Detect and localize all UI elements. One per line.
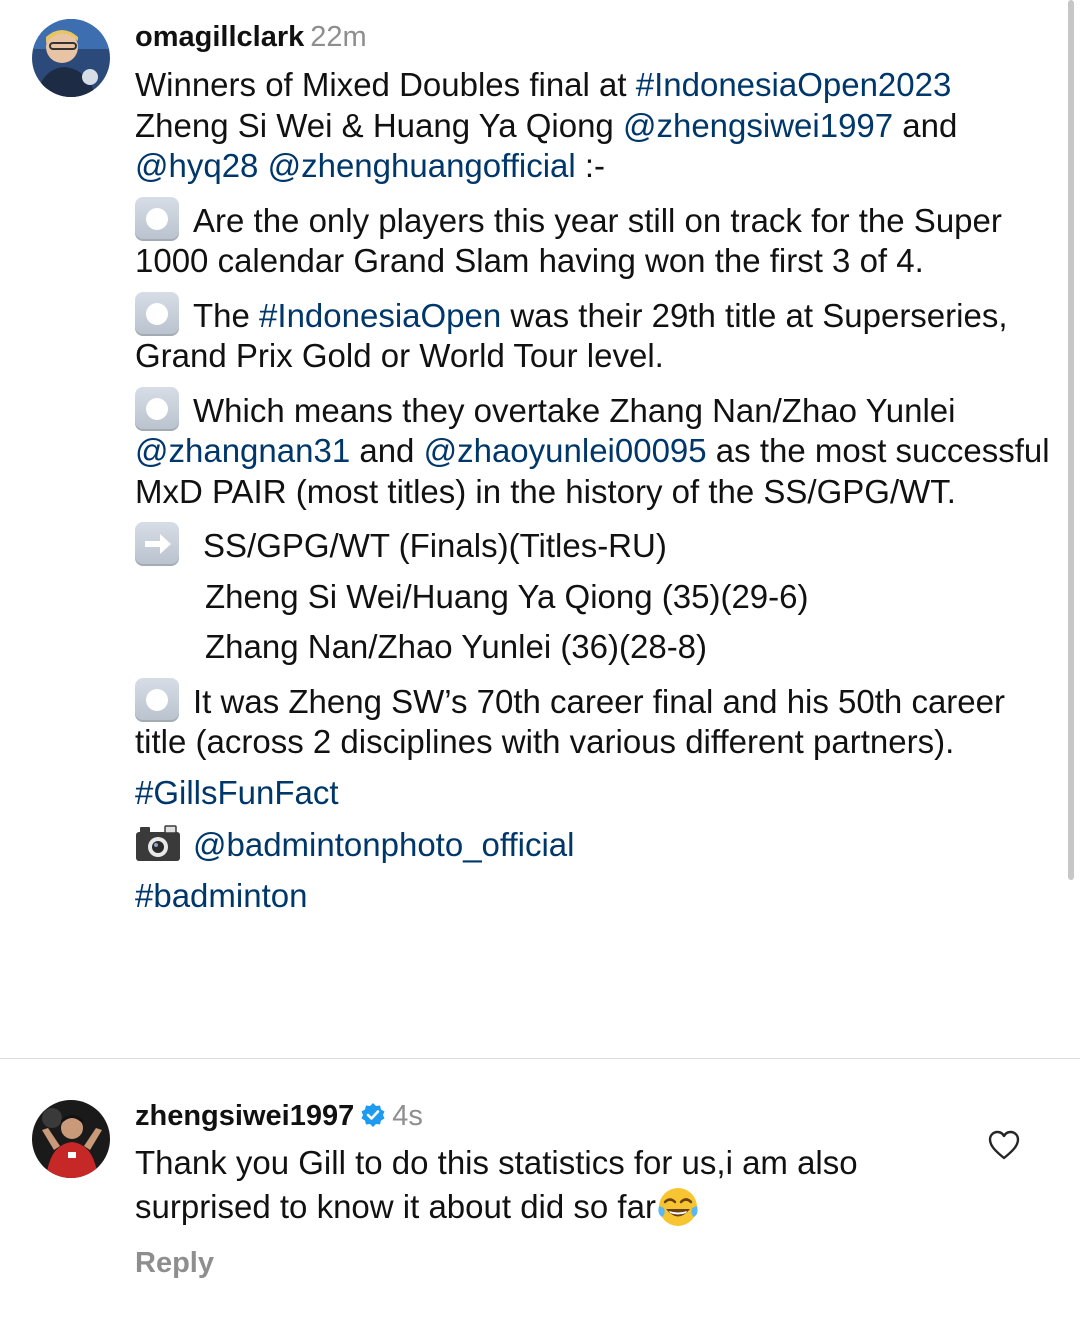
comment-text: Thank you Gill to do this statistics for…: [135, 1143, 975, 1228]
white-circle-button-icon: [135, 386, 179, 431]
mention-link[interactable]: @zhaoyunlei00095: [424, 432, 707, 469]
mention-link[interactable]: @hyq28: [135, 147, 258, 184]
caption-text: and: [350, 432, 424, 469]
caption-text: Which means they overtake Zhang Nan/Zhao…: [193, 391, 956, 429]
hashtag-link[interactable]: #IndonesiaOpen2023: [636, 66, 952, 103]
stats-row: Zheng Si Wei/Huang Ya Qiong (35)(29-6): [205, 577, 809, 615]
comment-meta: zhengsiwei1997 4s: [135, 1098, 423, 1134]
caption-text: Zheng Si Wei & Huang Ya Qiong: [135, 106, 623, 144]
camera-icon: [136, 825, 180, 861]
caption-fact-4: It was Zheng SW’s 70th career final and …: [135, 677, 1050, 763]
white-circle-button-icon: [135, 677, 179, 722]
post-author-username[interactable]: omagillclark: [135, 21, 304, 53]
mention-link[interactable]: @zhenghuangofficial: [268, 147, 576, 184]
stats-row: Zhang Nan/Zhao Yunlei (36)(28-8): [205, 628, 708, 665]
caption-fact-3: Which means they overtake Zhang Nan/Zhao…: [135, 386, 1050, 513]
caption-text: :-: [575, 147, 606, 184]
post-timestamp: 22m: [310, 21, 367, 53]
caption-photo-credit: @badmintonphoto_official: [135, 823, 1050, 866]
hashtag-link[interactable]: #IndonesiaOpen: [259, 297, 501, 334]
verified-badge-icon: [361, 1103, 385, 1127]
post-author-avatar[interactable]: [32, 19, 110, 97]
caption-intro: Winners of Mixed Doubles final at #Indon…: [135, 65, 1050, 187]
caption-text: Are the only players this year still on …: [135, 201, 1002, 280]
post-meta: omagillclark 22m: [135, 19, 367, 55]
caption-text: [258, 147, 267, 184]
comment-body: Thank you Gill to do this statistics for…: [135, 1144, 858, 1225]
face-with-tears-of-joy-icon: [658, 1187, 698, 1226]
caption-text: Winners of Mixed Doubles final at: [135, 66, 636, 103]
comment-author-username[interactable]: zhengsiwei1997: [135, 1100, 354, 1132]
caption-fact-2: The #IndonesiaOpen was their 29th title …: [135, 291, 1050, 377]
reply-button[interactable]: Reply: [135, 1245, 214, 1281]
caption-text: and: [893, 106, 958, 144]
hashtag-link[interactable]: #badminton: [135, 877, 307, 914]
mention-link[interactable]: @zhengsiwei1997: [623, 107, 893, 144]
stats-header: SS/GPG/WT (Finals)(Titles-RU): [135, 522, 1050, 567]
post-caption: Winners of Mixed Doubles final at #Indon…: [135, 65, 1050, 916]
caption-hashtag-line: #badminton: [135, 876, 1050, 917]
like-heart-icon[interactable]: [988, 1130, 1020, 1160]
right-arrow-icon: [135, 522, 179, 566]
caption-fact-1: Are the only players this year still on …: [135, 196, 1050, 282]
mention-link[interactable]: @zhangnan31: [135, 432, 350, 469]
comment-timestamp: 4s: [392, 1100, 423, 1132]
scrollbar[interactable]: [1068, 0, 1074, 880]
caption-hashtag-line: #GillsFunFact: [135, 773, 1050, 814]
stats-header-text: SS/GPG/WT (Finals)(Titles-RU): [203, 527, 667, 564]
caption-text: It was Zheng SW’s 70th career final and …: [135, 682, 1005, 761]
caption-text: The: [193, 296, 260, 334]
comment-author-avatar[interactable]: [32, 1100, 110, 1178]
section-divider: [0, 1058, 1080, 1059]
white-circle-button-icon: [135, 196, 179, 241]
mention-link[interactable]: @badmintonphoto_official: [193, 826, 574, 863]
hashtag-link[interactable]: #GillsFunFact: [135, 774, 339, 811]
white-circle-button-icon: [135, 291, 179, 336]
